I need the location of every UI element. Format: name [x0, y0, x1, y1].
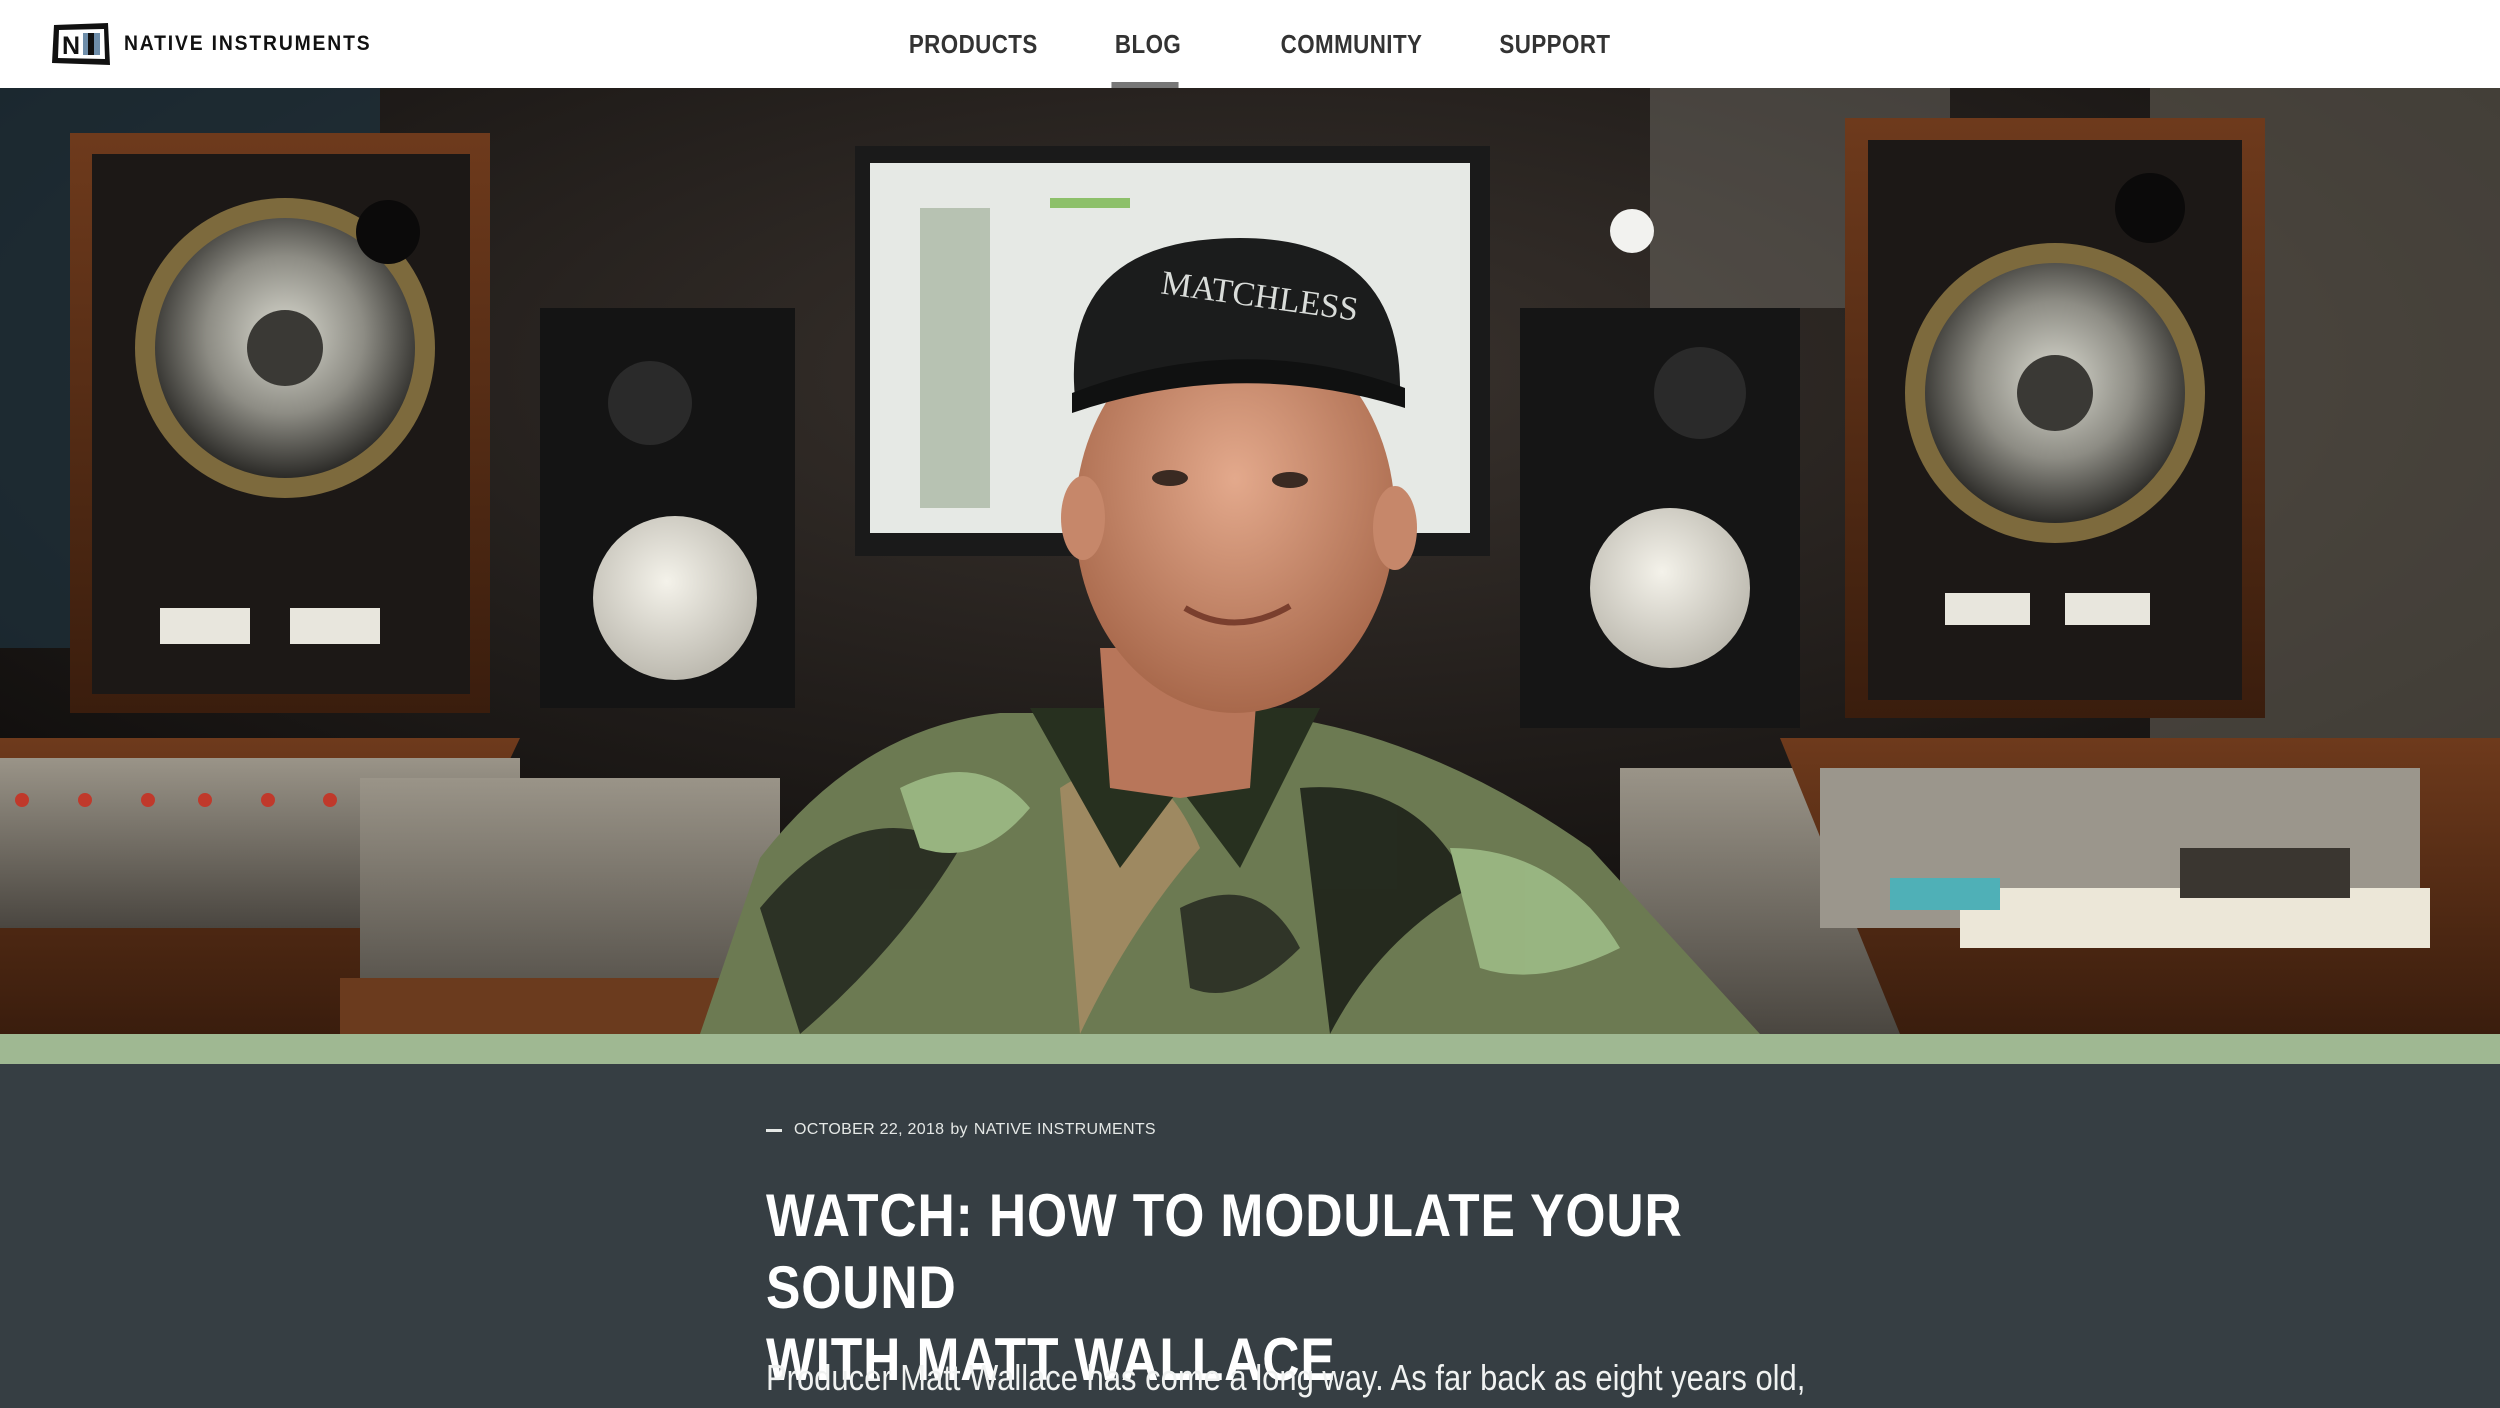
main-nav: PRODUCTS BLOG COMMUNITY SUPPORT [0, 0, 2500, 88]
nav-blog[interactable]: BLOG [1111, 0, 1181, 88]
article-meta: OCTOBER 22, 2018 by NATIVE INSTRUMENTS [766, 1121, 1156, 1139]
article-title-line1: WATCH: HOW TO MODULATE YOUR SOUND [766, 1182, 1683, 1321]
site-header: N NATIVE INSTRUMENTS PRODUCTS BLOG COMMU… [0, 0, 2500, 88]
byline-by: by [950, 1121, 968, 1138]
article-date: OCTOBER 22, 2018 [794, 1121, 945, 1138]
nav-products[interactable]: PRODUCTS [909, 0, 1037, 88]
article-author[interactable]: NATIVE INSTRUMENTS [974, 1121, 1156, 1139]
nav-support[interactable]: SUPPORT [1499, 0, 1610, 88]
hero-image: MATCHLESS [0, 88, 2500, 1034]
accent-stripe [0, 1034, 2500, 1064]
article-lede: Producer Matt Wallace has come a long wa… [766, 1357, 1806, 1398]
meta-dash [766, 1128, 782, 1132]
studio-photo: MATCHLESS [0, 88, 2500, 1034]
nav-community[interactable]: COMMUNITY [1281, 0, 1422, 88]
